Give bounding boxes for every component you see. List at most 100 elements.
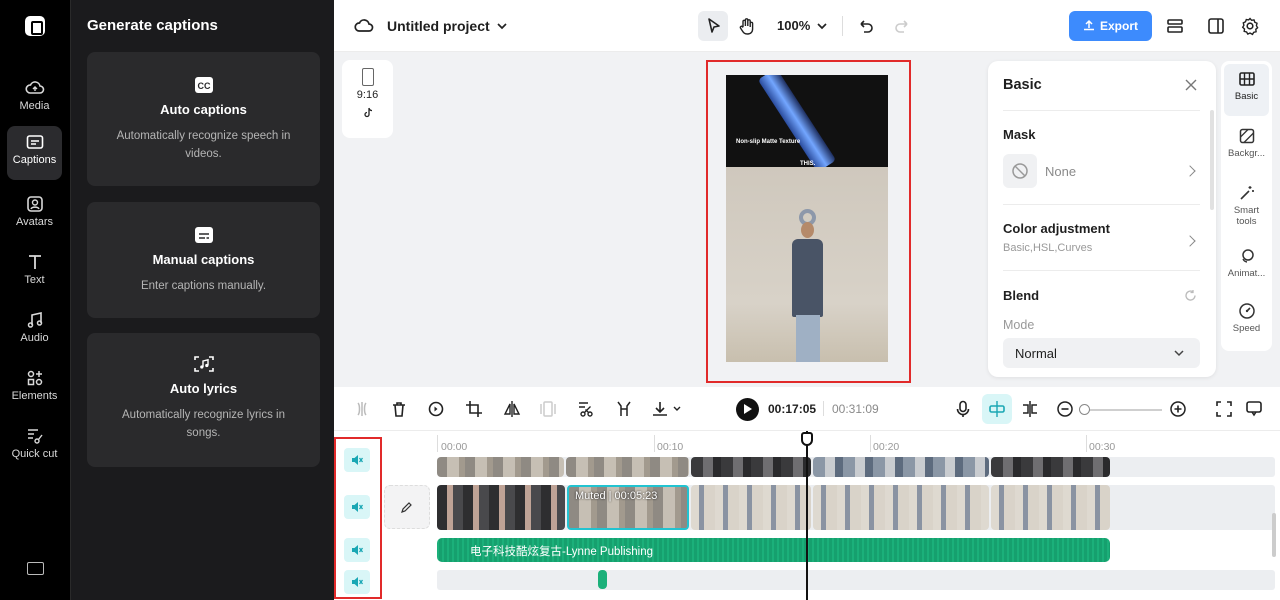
selected-video-clip[interactable]: Muted | 00:05:23 [567, 485, 689, 530]
zoom-slider-handle[interactable] [1079, 404, 1090, 415]
video-clip[interactable] [437, 485, 565, 530]
video-clip[interactable] [691, 457, 811, 477]
rail-item-animation[interactable]: Animat... [1224, 241, 1269, 293]
music-note-icon [27, 312, 42, 328]
split-icon[interactable] [352, 399, 372, 419]
nav-item-text[interactable]: Text [7, 246, 62, 300]
cloud-sync-icon[interactable] [354, 16, 374, 36]
blend-mode-select[interactable]: Normal [1003, 338, 1200, 368]
video-clip[interactable] [566, 457, 689, 477]
mute-track-button[interactable] [344, 495, 370, 519]
ruler-label: 00:00 [441, 441, 468, 453]
nav-item-captions[interactable]: Captions [7, 126, 62, 180]
download-icon[interactable] [650, 399, 670, 419]
nav-item-label: Elements [11, 390, 58, 402]
playhead-handle[interactable] [801, 432, 813, 446]
redo-icon[interactable] [892, 16, 912, 36]
fit-screen-icon[interactable] [1214, 399, 1234, 419]
delete-icon[interactable] [389, 399, 409, 419]
freeze-icon[interactable] [538, 399, 558, 419]
rail-label: Speed [1232, 323, 1261, 334]
video-clip[interactable] [437, 457, 564, 477]
person-body [792, 239, 823, 317]
nav-item-elements[interactable]: Elements [7, 362, 62, 416]
card-description: Automatically recognize lyrics in songs. [122, 409, 285, 439]
phone-product-image [757, 75, 837, 167]
props-title: Basic [1003, 77, 1042, 93]
video-clip[interactable] [991, 485, 1110, 530]
trim-icon[interactable] [614, 399, 634, 419]
magic-wand-icon [1239, 186, 1254, 200]
nav-item-audio[interactable]: Audio [7, 304, 62, 358]
rail-item-smart-tools[interactable]: Smart tools [1224, 178, 1269, 236]
aspect-ratio-label: 9:16 [356, 89, 379, 101]
project-title[interactable]: Untitled project [387, 18, 490, 34]
panel-layout-icon[interactable] [1206, 16, 1226, 36]
chevron-down-icon[interactable] [812, 16, 832, 36]
reset-icon[interactable] [1184, 289, 1197, 302]
card-title: Auto captions [160, 102, 247, 117]
video-clip[interactable] [813, 457, 989, 477]
select-tool-button[interactable] [698, 11, 728, 41]
audio-marker[interactable] [598, 570, 607, 589]
tiktok-icon [363, 107, 372, 118]
edit-cover-button[interactable] [384, 485, 430, 529]
cut-icon[interactable] [576, 399, 596, 419]
zoom-in-icon[interactable] [1168, 399, 1188, 419]
nav-item-label: Media [19, 100, 50, 112]
replace-icon[interactable] [426, 399, 446, 419]
video-clip[interactable] [813, 485, 989, 530]
manual-captions-card[interactable]: Manual captions Enter captions manually. [87, 202, 320, 318]
flip-icon[interactable] [502, 399, 522, 419]
split-screen-icon[interactable] [1020, 399, 1040, 419]
mute-track-button[interactable] [344, 448, 370, 472]
zoom-level-dropdown[interactable]: 100% [777, 18, 810, 33]
chevron-down-icon[interactable] [672, 404, 682, 414]
chevron-down-icon[interactable] [492, 16, 512, 36]
auto-captions-card[interactable]: CC Auto captions Automatically recognize… [87, 52, 320, 186]
muted-speaker-icon [352, 545, 364, 555]
rail-item-background[interactable]: Backgr... [1224, 121, 1269, 173]
audio-clip[interactable]: 电子科技酷炫复古-Lynne Publishing [437, 538, 1110, 562]
export-button[interactable]: Export [1069, 11, 1152, 41]
zoom-out-icon[interactable] [1055, 399, 1075, 419]
video-clip[interactable] [991, 457, 1110, 477]
cursor-icon [708, 18, 720, 33]
crop-icon[interactable] [464, 399, 484, 419]
props-scrollbar[interactable] [1210, 110, 1214, 210]
hand-tool-icon[interactable] [737, 16, 757, 36]
aspect-ratio-button[interactable]: 9:16 [342, 60, 393, 138]
top-bar: Untitled project 100% Export [334, 0, 1280, 52]
timeline-zoom-slider[interactable] [1082, 409, 1162, 411]
mask-selector[interactable]: None [1003, 154, 1200, 188]
keyboard-shortcuts-icon[interactable] [27, 562, 44, 575]
settings-gear-icon[interactable] [1240, 16, 1260, 36]
auto-lyrics-card[interactable]: Auto lyrics Automatically recognize lyri… [87, 333, 320, 467]
snap-icon [989, 401, 1005, 417]
play-button[interactable] [736, 398, 759, 421]
mute-track-button[interactable] [344, 538, 370, 562]
panel-title: Generate captions [87, 17, 218, 34]
nav-item-media[interactable]: Media [7, 72, 62, 126]
video-preview-bottom[interactable] [726, 167, 888, 362]
mute-track-button[interactable] [344, 570, 370, 594]
blend-mode-value: Normal [1015, 345, 1057, 361]
timeline-scrollbar[interactable] [1272, 513, 1276, 557]
nav-item-avatars[interactable]: Avatars [7, 188, 62, 242]
auto-snap-toggle[interactable] [982, 394, 1012, 424]
rail-item-speed[interactable]: Speed [1224, 296, 1269, 348]
rail-item-basic[interactable]: Basic [1224, 64, 1269, 116]
feedback-icon[interactable] [1244, 399, 1264, 419]
elements-icon [27, 370, 42, 386]
divider [1003, 270, 1200, 271]
undo-icon[interactable] [856, 16, 876, 36]
animation-icon [1241, 249, 1254, 263]
video-clip[interactable] [691, 485, 811, 530]
nav-item-quick-cut[interactable]: Quick cut [7, 420, 62, 480]
layers-icon[interactable] [1165, 16, 1185, 36]
app-logo[interactable] [25, 16, 45, 36]
microphone-icon[interactable] [953, 399, 973, 419]
close-icon[interactable] [1185, 79, 1197, 91]
video-preview-top[interactable]: Non-slip Matte Texture THIS. [726, 75, 888, 167]
video-overlay-text: Non-slip Matte Texture [736, 139, 801, 145]
